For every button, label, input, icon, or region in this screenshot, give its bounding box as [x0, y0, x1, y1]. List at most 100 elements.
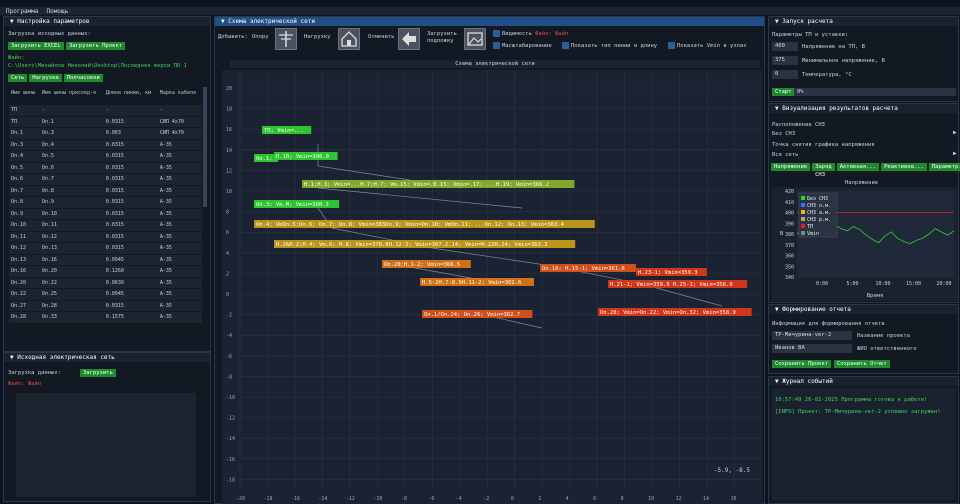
expand-no-snz-icon[interactable]: ▶ [953, 129, 957, 136]
chart-y-tick: 340 [785, 275, 794, 281]
y-tick-label: 6 [226, 230, 229, 236]
chart-y-tick: 380 [785, 232, 794, 238]
show-lines-checkbox[interactable] [562, 42, 569, 49]
chart-x-tick: 5:00 [846, 281, 858, 287]
y-tick-label: 2 [226, 271, 229, 277]
scheme-canvas[interactable]: 20181614121086420-2-4-6-8-10-12-14-16-18… [222, 70, 762, 504]
table-cell: СИП 4х70 [157, 127, 202, 140]
table-cell: Оп.16 [39, 254, 104, 266]
table-row[interactable]: Оп.7 Оп.8 0.0315 А-35 [9, 185, 202, 197]
table-row[interactable]: Оп.27 Оп.28 0.0315 А-35 [9, 300, 202, 312]
x-tick-label: -6 [428, 496, 434, 502]
table-cell: А-35 [157, 300, 202, 312]
table-cell: Оп.22 [39, 277, 104, 289]
tp-voltage-input[interactable]: 400 [772, 42, 798, 51]
show-lines-option[interactable]: Показать тип линии и длину [562, 42, 657, 49]
table-row[interactable]: ТП Оп.1 0.0315 СИП 4х70 [9, 116, 202, 128]
table-cell: Оп.33 [39, 311, 104, 324]
place-label: Расположение СНЗ [772, 122, 825, 128]
table-cell: Оп.11 [39, 219, 104, 232]
table-cell: 0.0315 [103, 219, 158, 232]
table-cell: Оп.13 [9, 254, 40, 266]
show-vmin-option[interactable]: Показать Vmin в узлах [668, 42, 747, 49]
table-row[interactable]: Оп.16 Оп.20 0.1260 А-35 [9, 265, 202, 278]
start-button[interactable]: Старт [772, 88, 795, 96]
table-row[interactable]: Оп.12 Оп.13 0.0315 А-35 [9, 242, 202, 255]
table-body: ТП - - - ТП Оп.1 0.0315 СИП 4х70 Оп.1 Оп.3 0.063 СИ… [9, 105, 202, 324]
scaling-option[interactable]: Масштабирование [493, 42, 552, 49]
base-layer-tool-button[interactable] [464, 28, 486, 50]
chart-y-tick: 400 [785, 211, 794, 217]
tab-load[interactable]: Нагрузка [29, 74, 62, 82]
table-row[interactable]: Оп.1 Оп.3 0.063 СИП 4х70 [9, 127, 202, 140]
table-cell: Оп.27 [9, 300, 40, 312]
x-tick-label: 0 [511, 496, 514, 502]
support-tool-button[interactable] [275, 28, 297, 50]
scaling-checkbox[interactable] [493, 42, 500, 49]
table-cell: Оп.5 [39, 150, 104, 163]
load-excel-button[interactable]: Загрузить EXCEL [8, 42, 64, 50]
table-row[interactable]: Оп.9 Оп.10 0.0315 А-35 [9, 208, 202, 220]
tab-halfhour[interactable]: Полчасовки [63, 74, 103, 82]
table-cell: 0.0630 [103, 277, 158, 289]
table-row[interactable]: Оп.4 Оп.5 0.0315 А-35 [9, 150, 202, 163]
table-scrollbar[interactable] [203, 87, 207, 207]
table-row[interactable]: Оп.10 Оп.11 0.0315 А-35 [9, 219, 202, 232]
table-row[interactable]: Оп.22 Оп.25 0.0945 А-35 [9, 288, 202, 301]
project-name-input[interactable]: ТР-Мичурина-ver-2 [772, 331, 852, 340]
undo-tool-button[interactable] [398, 28, 420, 50]
add-support-label: Опору [252, 34, 269, 40]
load-project-button[interactable]: Загрузить Проект [66, 42, 125, 50]
min-voltage-input[interactable]: 375 [772, 56, 798, 65]
project-name-label: Название проекта [857, 333, 910, 339]
menu-program[interactable]: Программа [6, 8, 39, 15]
table-row[interactable]: ТП - - - [9, 105, 202, 117]
menu-help[interactable]: Помощь [47, 8, 69, 15]
source-load-button[interactable]: Загрузить [80, 369, 116, 377]
tab-params[interactable]: Параметр... [928, 163, 960, 171]
legend-swatch [801, 196, 805, 200]
table-row[interactable]: Оп.20 Оп.22 0.0630 А-35 [9, 277, 202, 289]
all-net-item[interactable]: Вся сеть [772, 152, 799, 158]
visibility-option[interactable]: Видимость Файл: Файл [493, 30, 568, 37]
node-label: Оп.1/Оп.24; Оп.26; Vmin=362.7 [424, 312, 520, 318]
responsible-input[interactable]: Иванов ВА [772, 344, 852, 353]
tab-voltage[interactable]: Напряжение [771, 163, 811, 171]
y-tick-label: -10 [226, 395, 235, 401]
table-cell: А-35 [157, 242, 202, 255]
scheme-panel-title: ▼ Схема электрической сети [215, 17, 764, 26]
table-cell: Оп.3 [39, 127, 104, 140]
tab-active[interactable]: Активная... [836, 163, 880, 171]
table-cell: Оп.6 [39, 162, 104, 174]
load-tool-button[interactable] [338, 28, 360, 50]
y-tick-label: -4 [226, 333, 232, 339]
save-report-button[interactable]: Сохранить Отчет [834, 360, 890, 368]
house-icon [341, 31, 357, 47]
visibility-checkbox[interactable] [493, 30, 500, 37]
table-cell: 0.0315 [103, 196, 158, 209]
table-row[interactable]: Оп.28 Оп.33 0.1575 А-35 [9, 311, 202, 324]
table-row[interactable]: Оп.8 Оп.9 0.0315 А-35 [9, 196, 202, 209]
table-row[interactable]: Оп.11 Оп.12 0.0315 А-35 [9, 231, 202, 243]
source-file-label: Файл: Файл [8, 381, 42, 387]
tab-reactive[interactable]: Реактивна... [881, 163, 927, 171]
table-row[interactable]: Оп.6 Оп.7 0.0315 А-35 [9, 173, 202, 186]
menu-bar: Программа Помощь [0, 7, 960, 15]
temperature-input[interactable]: 0 [772, 70, 798, 79]
tab-network[interactable]: Сеть [8, 74, 28, 82]
table-cell: 0.0315 [103, 150, 158, 163]
expand-all-net-icon[interactable]: ▶ [953, 150, 957, 157]
table-cell: ТП [9, 116, 40, 128]
tab-snz-charge[interactable]: Заряд СНЗ [812, 163, 835, 178]
x-tick-label: -16 [291, 496, 300, 502]
legend-swatch [801, 224, 805, 228]
table-cell: А-35 [157, 254, 202, 266]
table-row[interactable]: Оп.3 Оп.4 0.0315 А-35 [9, 139, 202, 151]
save-project-button[interactable]: Сохранить Проект [772, 360, 831, 368]
no-snz-item[interactable]: Без СНЗ [772, 131, 795, 137]
table-row[interactable]: Оп.13 Оп.16 0.0945 А-35 [9, 254, 202, 266]
node-label: Оп.4; VmОп.5;Оп.6; Оп.7; Оп.8; Vmin=383О… [256, 222, 565, 228]
show-vmin-checkbox[interactable] [668, 42, 675, 49]
report-info-label: Информация для формирования отчета [772, 321, 885, 327]
table-row[interactable]: Оп.5 Оп.6 0.0315 А-35 [9, 162, 202, 174]
